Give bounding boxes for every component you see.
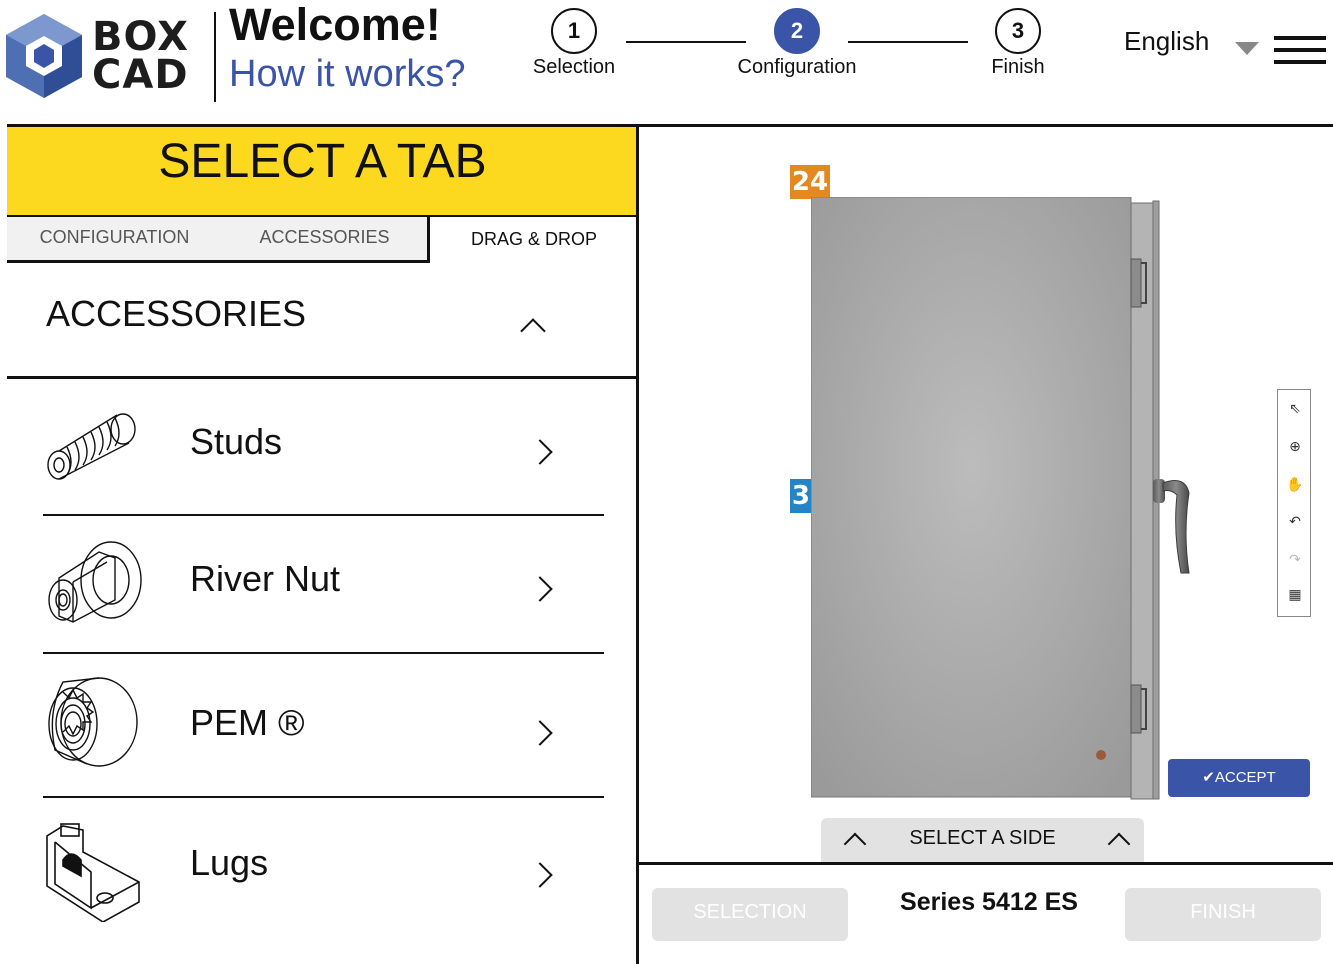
select-side-button[interactable]: SELECT A SIDE [821,818,1144,863]
step-number: 3 [995,8,1041,54]
hamburger-menu-icon[interactable] [1274,36,1326,66]
chevron-right-icon[interactable] [527,862,553,888]
list-item-lugs[interactable]: Lugs [43,798,604,948]
tab-drag-and-drop[interactable]: DRAG & DROP [427,215,638,263]
enclosure-model[interactable] [811,197,1191,801]
step-configuration[interactable]: 2 Configuration [730,8,864,79]
chevron-up-icon[interactable] [520,318,546,344]
zoom-icon[interactable]: ⊕ [1284,436,1306,458]
select-icon[interactable]: ⇖ [1284,398,1306,420]
list-item-studs[interactable]: Studs [43,379,604,516]
accept-button[interactable]: ✔ACCEPT [1168,759,1310,797]
logo-line-cad: CAD [92,52,189,98]
select-side-label: SELECT A SIDE [909,827,1056,849]
viewer-toolbar: ⇖ ⊕ ✋ ↶ ↷ ▦ [1277,389,1311,617]
left-panel: SELECT A TAB CONFIGURATION ACCESSORIES D… [7,127,638,964]
chevron-right-icon[interactable] [527,439,553,465]
accessories-section-header[interactable]: ACCESSORIES [7,263,638,379]
list-item-label: River Nut [190,558,341,599]
lug-icon [46,823,140,922]
step-label: Selection [532,56,616,78]
welcome-title: Welcome! [229,0,441,50]
boxcad-logo[interactable]: BOX CAD [6,14,216,100]
tab-configuration[interactable]: CONFIGURATION [7,215,222,263]
footer-rule [639,862,1333,865]
step-finish[interactable]: 3 Finish [980,8,1056,79]
pem-nut-icon [48,677,138,767]
list-item-pem[interactable]: PEM ® [43,654,604,798]
pan-hand-icon[interactable]: ✋ [1284,474,1306,496]
stud-icon [47,413,136,480]
chevron-right-icon[interactable] [527,720,553,746]
step-connector [848,41,968,43]
list-item-label: Lugs [190,842,269,883]
language-selector[interactable]: English [1124,26,1209,57]
cube-logo-icon [6,14,82,98]
cabinet-viewer[interactable]: 24 30 ⇖ ⊕ ✋ ↶ ↷ ▦ ✔ACCEPT SELECT A SIDE [639,127,1333,863]
header-divider [214,12,216,102]
caret-down-icon[interactable] [1235,42,1259,55]
step-connector [626,41,746,43]
step-label: Finish [991,56,1045,78]
select-tab-heading: SELECT A TAB [7,127,638,215]
list-item-river-nut[interactable]: River Nut [43,516,604,654]
selection-button[interactable]: SELECTION [652,888,848,941]
chevron-right-icon[interactable] [527,576,553,602]
step-label: Configuration [737,56,857,78]
accept-button-label: ACCEPT [1214,769,1276,786]
tab-bar: CONFIGURATION ACCESSORIES DRAG & DROP [7,215,638,263]
step-number: 1 [551,8,597,54]
finish-button[interactable]: FINISH [1125,888,1321,941]
undo-icon[interactable]: ↶ [1284,511,1306,533]
grid-icon[interactable]: ▦ [1284,584,1306,606]
how-it-works-link[interactable]: How it works? [229,52,466,96]
check-icon: ✔ [1202,769,1215,786]
redo-icon[interactable]: ↷ [1284,549,1306,571]
tab-accessories[interactable]: ACCESSORIES [222,215,427,263]
logo-wordmark: BOX CAD [92,14,189,98]
series-label: Series 5412 ES [900,888,1078,916]
app-header: BOX CAD Welcome! How it works? 1 Selecti… [0,0,1333,124]
list-item-label: PEM ® [190,702,305,743]
step-selection[interactable]: 1 Selection [528,8,620,79]
dimension-badge-top[interactable]: 24 [790,165,830,199]
rivet-nut-icon [48,541,142,623]
accessories-section-title: ACCESSORIES [46,293,307,334]
logo-line-box: BOX [92,14,189,60]
list-item-label: Studs [190,421,283,462]
step-number: 2 [774,8,820,54]
